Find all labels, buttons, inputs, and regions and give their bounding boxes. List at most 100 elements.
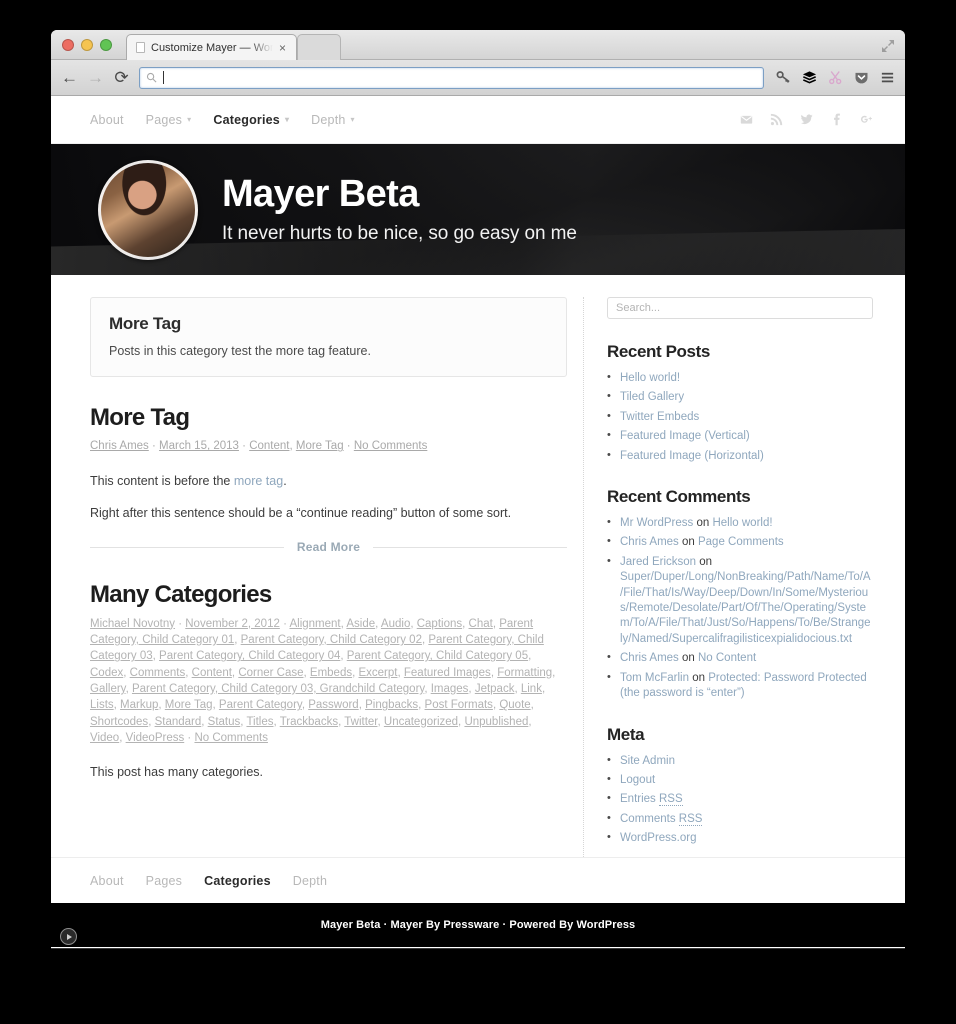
post-author-link[interactable]: Michael Novotny [90,618,175,630]
post-category-link[interactable]: Parent Category, Child Category 03, Gran… [132,683,424,695]
close-tab-icon[interactable]: × [279,42,286,54]
read-more-label[interactable]: Read More [297,540,360,554]
nav-item-depth[interactable]: Depth ▾ [311,113,355,127]
list-item[interactable]: Tiled Gallery [607,389,873,405]
post-category-link[interactable]: Gallery [90,683,126,695]
comment-target[interactable]: Page Comments [698,536,784,548]
post-category-link[interactable]: VideoPress [126,732,185,744]
twitter-icon[interactable] [800,113,813,126]
post-category-link[interactable]: Comments [130,667,186,679]
post-category-link[interactable]: Captions [417,618,462,630]
media-play-badge[interactable] [60,928,77,945]
post-date-link[interactable]: March 15, 2013 [159,440,239,452]
scissors-icon[interactable] [828,70,843,85]
read-more-divider[interactable]: Read More [90,540,567,554]
googleplus-icon[interactable] [860,113,873,126]
post-category-link[interactable]: Jetpack [475,683,515,695]
post-category-link[interactable]: Corner Case [238,667,303,679]
browser-tab-background[interactable] [297,34,342,60]
post-title[interactable]: Many Categories [90,581,567,608]
expand-arrows-icon[interactable] [880,38,896,54]
key-icon[interactable] [776,70,791,85]
post-category-link[interactable]: Quote [499,699,530,711]
post-comments-link[interactable]: No Comments [354,440,428,452]
rss-icon[interactable] [770,113,783,126]
more-tag-link[interactable]: more tag [234,474,283,488]
post-category-link[interactable]: Excerpt [358,667,397,679]
list-item[interactable]: Jared Erickson on Super/Duper/Long/NonBr… [607,554,873,647]
close-window-button[interactable] [62,39,74,51]
post-category-link[interactable]: Content [249,440,289,452]
nav-item-about[interactable]: About [90,113,124,127]
post-title[interactable]: More Tag [90,404,567,431]
post-category-link[interactable]: Embeds [310,667,352,679]
post-category-link[interactable]: Titles [246,716,273,728]
footer-nav-item-pages[interactable]: Pages [146,874,182,888]
post-author-link[interactable]: Chris Ames [90,440,149,452]
layers-icon[interactable] [802,70,817,85]
reload-button[interactable]: ⟳ [113,69,130,86]
post-category-link[interactable]: More Tag [165,699,213,711]
post-category-link[interactable]: Chat [469,618,493,630]
post-category-link[interactable]: Parent Category, Child Category 02 [241,634,422,646]
comment-author[interactable]: Jared Erickson [620,556,696,568]
post-category-link[interactable]: Twitter [344,716,377,728]
post-category-link[interactable]: Formatting [497,667,552,679]
nav-item-pages[interactable]: Pages ▾ [146,113,192,127]
browser-tab-active[interactable]: Customize Mayer — WordP × [126,34,298,60]
comment-author[interactable]: Mr WordPress [620,517,693,529]
post-category-link[interactable]: Alignment [289,618,340,630]
comment-author[interactable]: Chris Ames [620,536,679,548]
post-category-link[interactable]: Trackbacks [280,716,338,728]
post-category-link[interactable]: Parent Category, Child Category 04 [159,650,340,662]
footer-nav-item-categories[interactable]: Categories [204,874,271,888]
list-item[interactable]: Logout [607,772,873,788]
minimize-window-button[interactable] [81,39,93,51]
pocket-icon[interactable] [854,70,869,85]
post-category-link[interactable]: Video [90,732,119,744]
post-category-link[interactable]: Unpublished [464,716,528,728]
list-item[interactable]: Entries RSS [607,791,873,807]
hamburger-menu-icon[interactable] [880,70,895,85]
zoom-window-button[interactable] [100,39,112,51]
post-category-link[interactable]: Codex [90,667,123,679]
comment-target[interactable]: Super/Duper/Long/NonBreaking/Path/Name/T… [620,571,871,645]
post-category-link[interactable]: Audio [381,618,410,630]
list-item[interactable]: Site Admin [607,752,873,769]
list-item[interactable]: Featured Image (Horizontal) [607,448,873,464]
list-item[interactable]: Twitter Embeds [607,409,873,425]
list-item[interactable]: Featured Image (Vertical) [607,428,873,444]
comment-author[interactable]: Chris Ames [620,652,679,664]
post-category-link[interactable]: Markup [120,699,158,711]
footer-nav-item-about[interactable]: About [90,874,124,888]
post-category-link[interactable]: Images [431,683,469,695]
list-item[interactable]: Comments RSS [607,811,873,827]
list-item[interactable]: Hello world! [607,370,873,386]
post-category-link[interactable]: Parent Category [219,699,302,711]
post-category-link[interactable]: Featured Images [404,667,491,679]
address-bar[interactable] [139,66,764,89]
post-category-link[interactable]: Standard [155,716,202,728]
post-category-link[interactable]: Pingbacks [365,699,418,711]
list-item[interactable]: Chris Ames on No Content [607,650,873,666]
post-category-link[interactable]: Uncategorized [384,716,458,728]
post-date-link[interactable]: November 2, 2012 [185,618,280,630]
post-category-link[interactable]: Password [308,699,359,711]
forward-button[interactable]: → [87,69,104,86]
post-category-link[interactable]: Status [208,716,241,728]
list-item[interactable]: Chris Ames on Page Comments [607,534,873,550]
post-category-link[interactable]: Parent Category, Child Category 05 [347,650,528,662]
footer-nav-item-depth[interactable]: Depth [293,874,327,888]
post-category-link[interactable]: Aside [346,618,375,630]
list-item[interactable]: WordPress.org [607,830,873,846]
comment-target[interactable]: No Content [698,652,756,664]
post-category-link[interactable]: Lists [90,699,114,711]
list-item[interactable]: Mr WordPress on Hello world! [607,515,873,531]
facebook-icon[interactable] [830,113,843,126]
post-category-link[interactable]: Link [521,683,542,695]
post-category-link[interactable]: Post Formats [425,699,493,711]
post-category-link[interactable]: More Tag [296,440,344,452]
search-input[interactable] [607,297,873,319]
comment-author[interactable]: Tom McFarlin [620,672,689,684]
post-comments-link[interactable]: No Comments [194,732,268,744]
